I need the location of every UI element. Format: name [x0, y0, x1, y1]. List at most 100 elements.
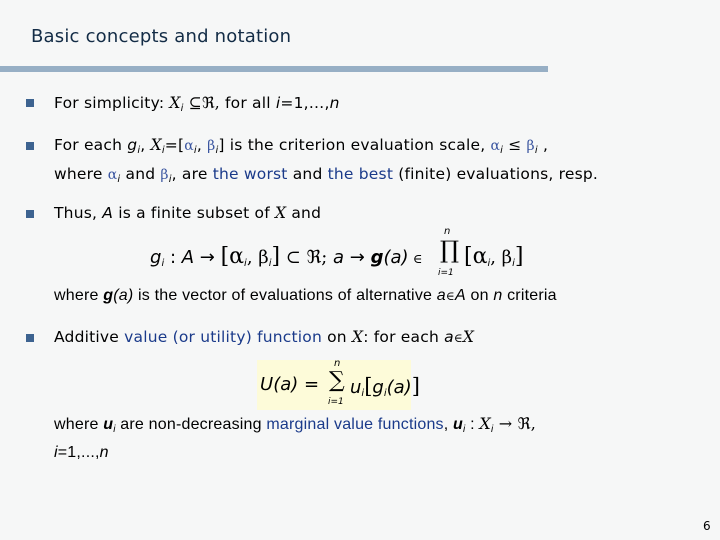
- text: =1,…,: [280, 94, 330, 112]
- math-var: X: [169, 94, 181, 112]
- page-number: 6: [703, 519, 711, 533]
- product-lower-limit: i=1: [438, 268, 454, 278]
- sum-symbol: ∑: [329, 368, 345, 393]
- math-op: =: [298, 374, 320, 395]
- math-bracket: ]: [411, 374, 420, 398]
- product-symbol: ∏: [440, 236, 460, 264]
- text: where: [54, 165, 108, 183]
- math-arg: (a): [383, 247, 409, 268]
- math-var: g: [150, 247, 162, 268]
- bullet-additive-value: Additive value (or utility) function on …: [54, 328, 474, 346]
- bullet-additive-value-cont: where ui are non-decreasing marginal val…: [54, 414, 536, 435]
- math-greek: α: [107, 167, 118, 183]
- bullet-criterion-scale: For each gi, Xi=[αi, βi] is the criterio…: [54, 136, 548, 156]
- text: ,: [196, 136, 208, 154]
- highlight-marginal-value: marginal value functions: [266, 416, 444, 433]
- math-var: X: [150, 136, 162, 154]
- text: =1,...,: [57, 444, 100, 461]
- text: and: [120, 165, 161, 183]
- text: Additive: [54, 328, 125, 346]
- math-var: u: [453, 416, 464, 433]
- math-var: u: [103, 416, 114, 433]
- text: (finite) evaluations, resp.: [393, 165, 599, 183]
- math-op: →: [194, 247, 221, 268]
- math-interval: ]: [514, 244, 524, 269]
- math-op: →: [344, 247, 371, 268]
- text: criteria: [502, 287, 557, 304]
- math-op: ∈: [408, 252, 423, 267]
- text: and: [286, 204, 322, 222]
- math-greek: α: [184, 138, 194, 154]
- math-op: ≤: [503, 136, 527, 154]
- text: are non-decreasing: [115, 416, 267, 433]
- math-interval: [α: [464, 244, 488, 269]
- math-var: u: [350, 377, 362, 398]
- formula-additive-utility: U(a) = n ∑ i=1 ui[gi(a)]: [257, 358, 420, 410]
- text: , are: [171, 165, 213, 183]
- highlight-best: the best: [327, 165, 394, 183]
- math-op: ∈: [445, 289, 455, 303]
- math-var: A: [102, 204, 114, 222]
- math-var: X: [462, 328, 475, 346]
- text: : for each: [363, 328, 445, 346]
- bullet-simplicity: For simplicity: Xi ⊆ℜ, for all i=1,…,n: [54, 94, 340, 114]
- math-var: n: [329, 94, 340, 112]
- math-var: X: [274, 204, 287, 222]
- math-greek: α: [490, 138, 501, 154]
- math-arg: (a): [273, 374, 299, 395]
- math-interval: ]: [271, 244, 281, 269]
- text: ,: [140, 136, 151, 154]
- text: for all: [225, 94, 276, 112]
- math-greek: β: [526, 138, 535, 154]
- text: :: [465, 416, 480, 433]
- math-var: a: [444, 328, 454, 346]
- highlight-value-function: value (or utility) function: [124, 328, 322, 346]
- math-var: U: [260, 374, 274, 395]
- text: where: [54, 416, 104, 433]
- text: where: [54, 287, 104, 304]
- bullet-additive-value-index: i=1,...,n: [54, 444, 109, 462]
- text: For simplicity:: [54, 94, 170, 112]
- math-arg: (a): [113, 287, 134, 304]
- bullet-marker: [26, 142, 34, 150]
- math-op: ∈: [453, 331, 463, 345]
- math-interval: , β: [246, 247, 269, 268]
- math-var: a: [333, 247, 345, 268]
- text: ] is the criterion evaluation scale,: [218, 136, 491, 154]
- math-interval: , β: [490, 247, 513, 268]
- text: Thus,: [54, 204, 103, 222]
- text: ,: [443, 416, 454, 433]
- math-var: X: [479, 414, 491, 433]
- bullet-marker: [26, 210, 34, 218]
- text: and: [287, 165, 328, 183]
- text: For each: [54, 136, 128, 154]
- text: ,: [537, 136, 549, 154]
- bullet-marker: [26, 334, 34, 342]
- math-greek: β: [160, 167, 169, 183]
- math-op: ⊂ ℜ;: [280, 247, 334, 268]
- bullet-finite-subset-cont: where g(a) is the vector of evaluations …: [54, 287, 557, 305]
- bullet-finite-subset: Thus, A is a finite subset of X and: [54, 204, 321, 222]
- bullet-marker: [26, 99, 34, 107]
- text: on: [465, 287, 494, 304]
- math-op: :: [164, 247, 182, 268]
- sum-lower-limit: i=1: [328, 397, 344, 407]
- title-divider: [0, 66, 548, 72]
- math-op: ⊆ℜ,: [183, 94, 226, 112]
- math-var: n: [99, 444, 109, 461]
- math-arg: (a): [386, 377, 412, 398]
- math-var: A: [181, 247, 195, 268]
- math-interval: [α: [220, 244, 245, 269]
- highlight-worst: the worst: [212, 165, 288, 183]
- slide-title: Basic concepts and notation: [31, 26, 292, 47]
- bullet-criterion-scale-cont: where αi and βi, are the worst and the b…: [54, 165, 598, 185]
- math-var: g: [127, 136, 138, 154]
- text: =[: [164, 136, 185, 154]
- math-var: a: [436, 287, 446, 304]
- math-vector: g: [103, 287, 114, 304]
- text: is the vector of evaluations of alternat…: [133, 287, 437, 304]
- text: on: [322, 328, 352, 346]
- math-var: A: [454, 287, 466, 304]
- math-var: X: [351, 328, 364, 346]
- text: is a finite subset of: [113, 204, 275, 222]
